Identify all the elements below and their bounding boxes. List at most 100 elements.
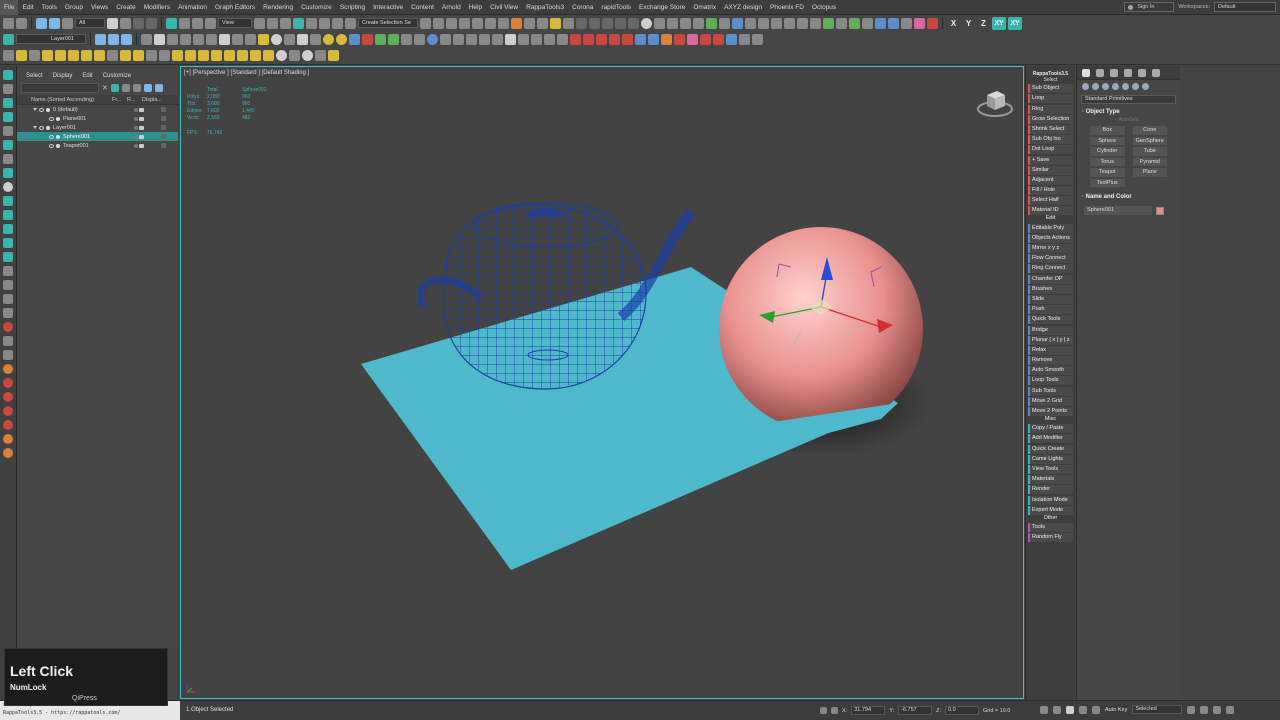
helpers-icon[interactable] <box>1122 82 1129 90</box>
tool-icon[interactable] <box>758 17 769 29</box>
display-toggle-icon[interactable] <box>161 107 166 112</box>
create-tube-button[interactable]: Tube <box>1132 147 1167 156</box>
go-to-end-icon[interactable] <box>1079 705 1087 714</box>
axis-xy-button[interactable]: XY <box>992 16 1006 30</box>
menu-civil-view[interactable]: Civil View <box>486 0 522 15</box>
tool-icon[interactable] <box>706 17 717 29</box>
ribbon-tool-icon[interactable] <box>401 33 412 45</box>
ribbon-tool-icon[interactable] <box>726 33 737 45</box>
explorer-menu-customize[interactable]: Customize <box>98 73 136 79</box>
display-tab-icon[interactable] <box>1138 68 1146 77</box>
object-color-swatch[interactable] <box>1156 206 1164 215</box>
create-plane-button[interactable]: Plane <box>1132 168 1167 177</box>
curve-editor-icon[interactable] <box>485 17 496 29</box>
renderable-toggle-icon[interactable] <box>139 116 144 121</box>
strip-tool-icon[interactable] <box>3 252 13 262</box>
menu-corona[interactable]: Corona <box>568 0 597 15</box>
x-coordinate-field[interactable]: 31.794 <box>851 706 886 715</box>
menu-views[interactable]: Views <box>87 0 112 15</box>
rappa-save-button[interactable]: + Save <box>1028 155 1073 165</box>
rappa-loop-button[interactable]: Loop <box>1028 94 1073 104</box>
explorer-row[interactable]: Sphere001 <box>17 132 178 141</box>
link-icon[interactable] <box>36 17 47 29</box>
create-cone-button[interactable]: Cone <box>1132 126 1167 135</box>
ribbon-tool-icon[interactable] <box>180 33 191 45</box>
rappa-brushes-button[interactable]: Brushes <box>1028 284 1073 294</box>
rappa-planar-x-y-z-button[interactable]: Planar | x | y | z <box>1028 335 1073 345</box>
container-tool-icon[interactable] <box>42 50 53 61</box>
container-tool-icon[interactable] <box>94 50 105 61</box>
select-object-icon[interactable] <box>107 17 118 29</box>
rappa-material-id-button[interactable]: Material ID <box>1028 206 1073 216</box>
viewport-nav-icon[interactable] <box>1213 705 1222 714</box>
visibility-eye-icon[interactable] <box>49 134 54 139</box>
y-coordinate-field[interactable]: -6.757 <box>898 706 933 715</box>
spinner-snap-icon[interactable] <box>332 17 343 29</box>
container-tool-icon[interactable] <box>315 50 326 61</box>
container-tool-icon[interactable] <box>29 50 40 61</box>
column-display[interactable]: Displa... <box>142 97 167 103</box>
clear-search-icon[interactable]: ✕ <box>102 84 108 92</box>
rappa-view-tools-button[interactable]: View Tools <box>1028 464 1073 474</box>
viewport-nav-icon[interactable] <box>1200 705 1209 714</box>
pivot-center-icon[interactable] <box>254 17 265 29</box>
rappa-mirror-x-y-z-button[interactable]: Mirror x y z <box>1028 244 1073 253</box>
play-icon[interactable] <box>1066 705 1074 714</box>
container-tool-icon[interactable] <box>146 50 157 61</box>
rappa-isolation-mode-button[interactable]: Isolation Mode <box>1028 495 1073 505</box>
ribbon-tool-icon[interactable] <box>596 33 607 45</box>
create-icon[interactable] <box>3 70 13 80</box>
menu-create[interactable]: Create <box>112 0 140 15</box>
key-filter-dropdown[interactable]: Selected <box>1132 705 1183 714</box>
ribbon-tool-icon[interactable] <box>739 33 750 45</box>
display-toggle-icon[interactable] <box>161 134 166 139</box>
axis-z-button[interactable]: Z <box>977 17 990 30</box>
menu-rappatools3[interactable]: RappaTools3 <box>522 0 568 15</box>
ribbon-tool-icon[interactable] <box>141 33 152 45</box>
ribbon-tool-icon[interactable] <box>700 33 711 45</box>
rappa-sub-obj-iso-button[interactable]: Sub Obj Iso <box>1028 135 1073 145</box>
container-tool-icon[interactable] <box>16 50 27 61</box>
object-name-field[interactable]: Sphere001 <box>1084 206 1152 215</box>
container-tool-icon[interactable] <box>133 50 144 61</box>
tool-icon[interactable] <box>615 17 626 29</box>
ribbon-tool-icon[interactable] <box>414 33 425 45</box>
menu-axyz-design[interactable]: AXYZ design <box>720 0 766 15</box>
hierarchy-tab-icon[interactable] <box>1110 68 1118 77</box>
ribbon-tool-icon[interactable] <box>219 33 230 45</box>
explorer-row[interactable]: Plane001 <box>17 114 178 123</box>
tool-icon[interactable] <box>628 17 639 29</box>
renderable-toggle-icon[interactable] <box>139 125 144 130</box>
rappa-push-button[interactable]: Push <box>1028 305 1073 315</box>
shapes-icon[interactable] <box>1092 82 1099 90</box>
tool-icon[interactable] <box>771 17 782 29</box>
container-tool-icon[interactable] <box>328 50 339 61</box>
layer-manager-icon[interactable] <box>3 33 14 45</box>
ribbon-tool-icon[interactable] <box>752 33 763 45</box>
strip-tool-icon[interactable] <box>3 392 13 402</box>
motion-tab-icon[interactable] <box>1124 68 1132 77</box>
strip-tool-icon[interactable] <box>3 266 13 276</box>
menu-tools[interactable]: Tools <box>38 0 61 15</box>
ribbon-tool-icon[interactable] <box>440 33 451 45</box>
axis-y-button[interactable]: Y <box>962 17 975 30</box>
rappa-auto-smooth-button[interactable]: Auto Smooth <box>1028 366 1073 376</box>
explorer-row[interactable]: 0 (default) <box>17 105 178 114</box>
rappa-quick-create-button[interactable]: Quick Create <box>1028 444 1073 454</box>
viewport-label[interactable]: [+] [Perspective ] [Standard ] [Default … <box>184 70 309 76</box>
ribbon-tool-icon[interactable] <box>167 33 178 45</box>
ribbon-tool-icon[interactable] <box>297 33 308 45</box>
explorer-menu-display[interactable]: Display <box>48 73 78 79</box>
ribbon-tool-icon[interactable] <box>609 33 620 45</box>
rappa-expert-mode-button[interactable]: Expert Mode <box>1028 505 1073 515</box>
auto-key-button[interactable]: Auto Key <box>1105 707 1127 713</box>
tool-icon[interactable] <box>927 17 938 29</box>
ribbon-tool-icon[interactable] <box>466 33 477 45</box>
name-color-title[interactable]: Name and Color <box>1080 193 1177 202</box>
render-iteration-icon[interactable] <box>563 17 574 29</box>
menu-scripting[interactable]: Scripting <box>336 0 369 15</box>
ribbon-tool-icon[interactable] <box>674 33 685 45</box>
visibility-eye-icon[interactable] <box>49 116 54 121</box>
rappa-adjacent-button[interactable]: Adjacent <box>1028 175 1073 185</box>
rappa-add-modifier-button[interactable]: Add Modifier <box>1028 434 1073 444</box>
